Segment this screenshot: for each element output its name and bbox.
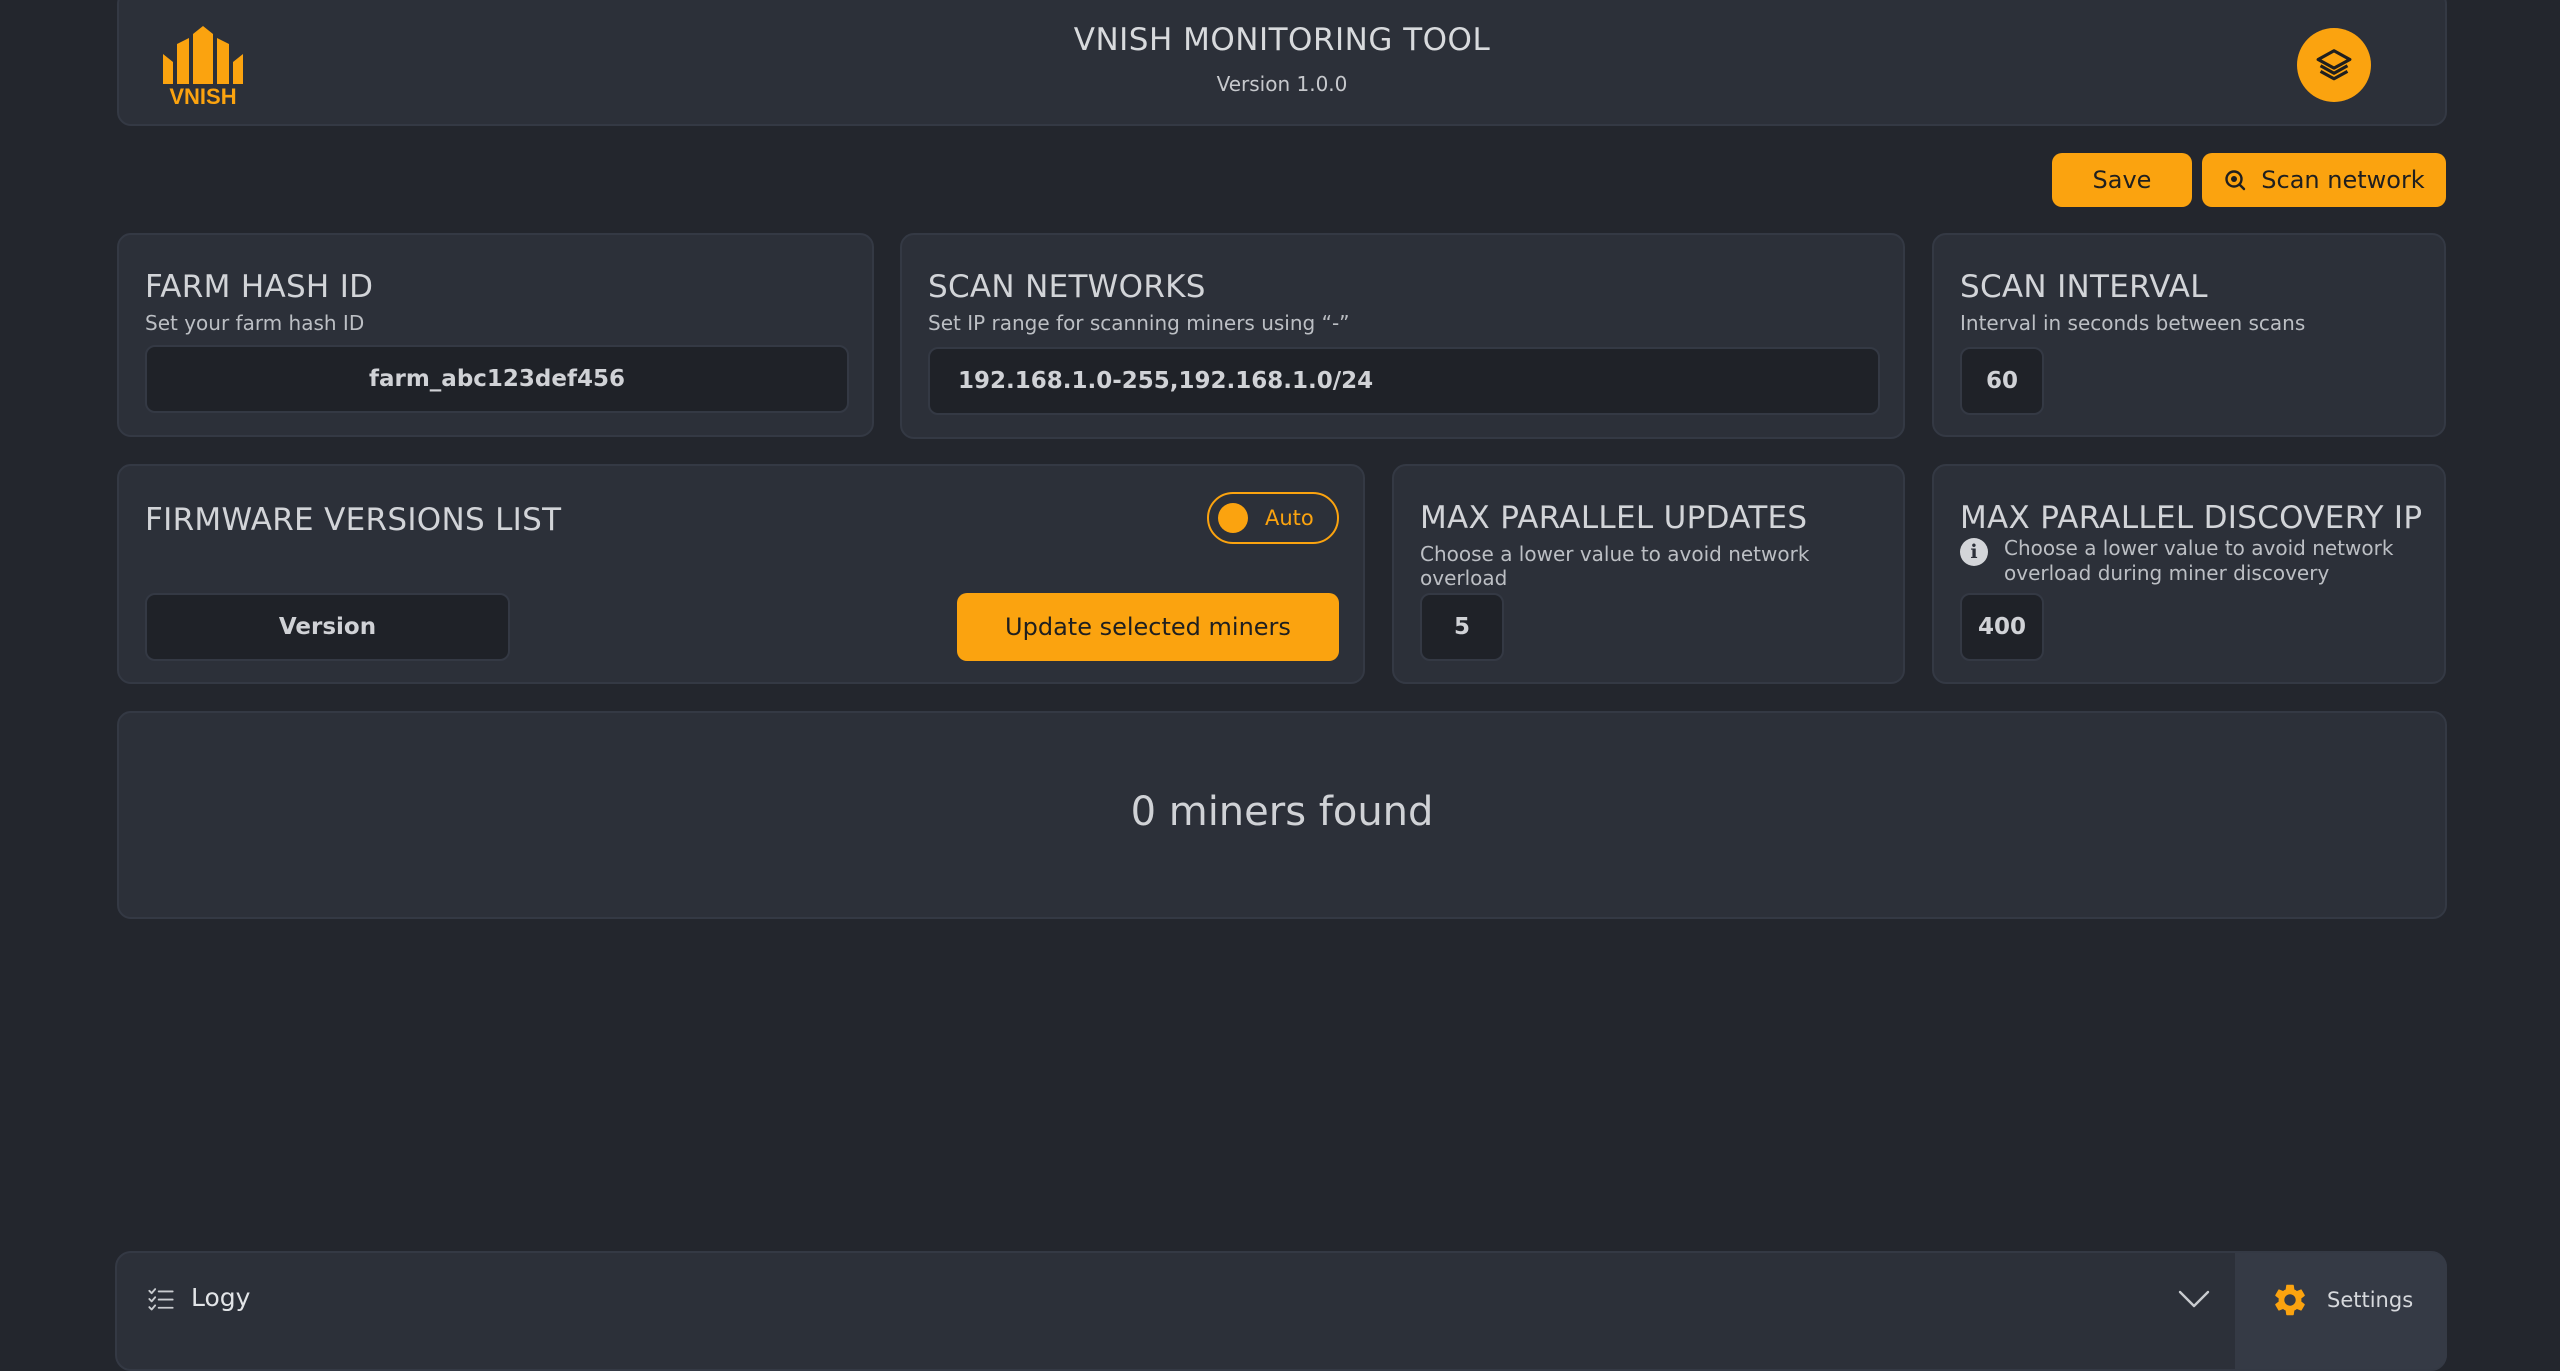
max-parallel-updates-card: MAX PARALLEL UPDATES Choose a lower valu… [1392, 464, 1905, 684]
log-bar[interactable]: Logy Settings [115, 1251, 2447, 1371]
update-selected-miners-button[interactable]: Update selected miners [957, 593, 1339, 661]
farm-hash-title: FARM HASH ID [145, 269, 374, 305]
radar-icon [2225, 170, 2246, 191]
max-parallel-discovery-card: MAX PARALLEL DISCOVERY IP i Choose a low… [1932, 464, 2446, 684]
scan-interval-card: SCAN INTERVAL Interval in seconds betwee… [1932, 233, 2446, 437]
farm-hash-subtitle: Set your farm hash ID [145, 311, 365, 335]
max-parallel-discovery-input[interactable]: 400 [1960, 593, 2044, 661]
scan-network-label: Scan network [2261, 166, 2425, 194]
app-version: Version 1.0.0 [1216, 72, 1348, 96]
layers-button[interactable] [2297, 28, 2371, 102]
max-parallel-updates-subtitle: Choose a lower value to avoid network ov… [1420, 542, 1810, 590]
firmware-versions-card: FIRMWARE VERSIONS LIST Auto Version Upda… [117, 464, 1365, 684]
scan-networks-input[interactable]: 192.168.1.0-255,192.168.1.0/24 [928, 347, 1880, 415]
settings-button[interactable]: Settings [2235, 1253, 2447, 1369]
farm-hash-input[interactable]: farm_abc123def456 [145, 345, 849, 413]
chevron-down-icon[interactable] [2177, 1287, 2211, 1311]
app-title: VNISH MONITORING TOOL [1073, 22, 1491, 58]
scan-interval-title: SCAN INTERVAL [1960, 269, 2208, 305]
save-button[interactable]: Save [2052, 153, 2192, 207]
farm-hash-card: FARM HASH ID Set your farm hash ID farm_… [117, 233, 874, 437]
app-header: VNISH VNISH MONITORING TOOL Version 1.0.… [117, 0, 2447, 126]
settings-label: Settings [2327, 1288, 2414, 1312]
auto-toggle[interactable]: Auto [1207, 492, 1339, 544]
update-button-label: Update selected miners [1005, 613, 1291, 641]
firmware-versions-title: FIRMWARE VERSIONS LIST [145, 502, 562, 538]
scan-networks-title: SCAN NETWORKS [928, 269, 1206, 305]
gear-icon [2275, 1284, 2305, 1316]
toggle-knob [1218, 503, 1248, 533]
miners-found-status: 0 miners found [1130, 789, 1434, 835]
max-parallel-discovery-title: MAX PARALLEL DISCOVERY IP [1960, 500, 2423, 536]
max-parallel-discovery-subtitle: Choose a lower value to avoid network ov… [2004, 536, 2394, 585]
miners-panel: 0 miners found [117, 711, 2447, 919]
version-select[interactable]: Version [145, 593, 510, 661]
scan-interval-subtitle: Interval in seconds between scans [1960, 311, 2306, 335]
log-label: Logy [191, 1283, 251, 1312]
scan-networks-card: SCAN NETWORKS Set IP range for scanning … [900, 233, 1905, 439]
auto-toggle-label: Auto [1265, 506, 1314, 530]
scan-networks-subtitle: Set IP range for scanning miners using “… [928, 311, 1350, 335]
layers-icon [2316, 49, 2352, 81]
checklist-icon [148, 1288, 174, 1311]
max-parallel-updates-title: MAX PARALLEL UPDATES [1420, 500, 1808, 536]
info-icon: i [1960, 538, 1988, 566]
scan-interval-input[interactable]: 60 [1960, 347, 2044, 415]
max-parallel-updates-input[interactable]: 5 [1420, 593, 1504, 661]
scan-network-button[interactable]: Scan network [2202, 153, 2446, 207]
save-button-label: Save [2092, 166, 2152, 194]
